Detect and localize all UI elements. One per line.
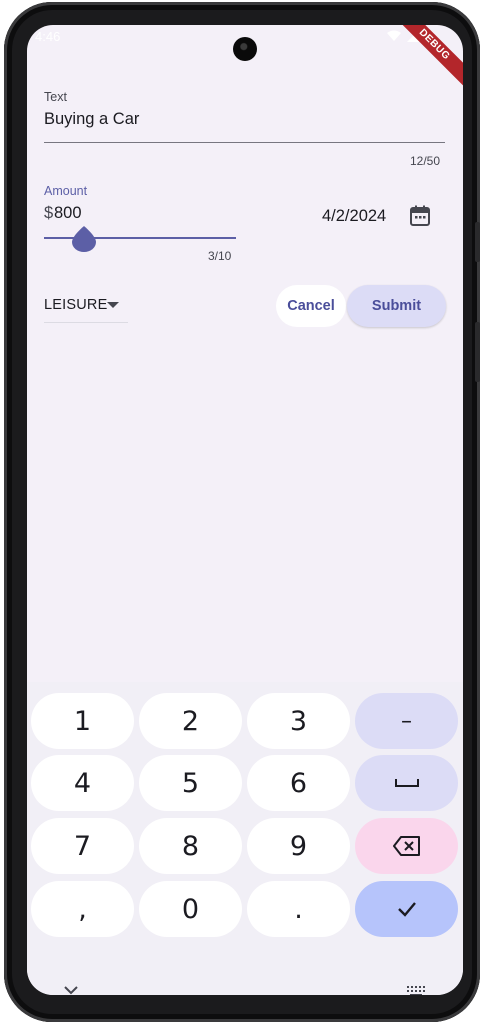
calendar-icon [410,205,430,226]
key-2[interactable]: 2 [139,693,242,749]
calendar-button[interactable] [407,203,433,229]
dropdown-arrow-icon [107,302,119,308]
category-selected: LEISURE [44,297,108,313]
key-5[interactable]: 5 [139,755,242,811]
check-icon [397,902,416,917]
numeric-keyboard: 1 2 3 – 4 5 6 7 8 9 , 0 . [27,682,463,995]
text-field-label: Text [44,90,67,104]
phone-frame: 4:46 DEBUG Text Buying a Car 12/50 Amoun… [4,2,480,1022]
key-space[interactable] [355,755,458,811]
selected-date: 4/2/2024 [322,207,387,225]
chevron-down-icon[interactable] [64,986,78,995]
key-4[interactable]: 4 [31,755,134,811]
key-done[interactable] [355,881,458,937]
key-comma[interactable]: , [31,881,134,937]
key-0[interactable]: 0 [139,881,242,937]
submit-button[interactable]: Submit [347,285,446,327]
cancel-button[interactable]: Cancel [276,285,346,327]
amount-field-counter: 3/10 [208,249,232,263]
text-field-input[interactable]: Buying a Car [44,110,139,129]
front-camera [233,37,257,61]
key-backspace[interactable] [355,818,458,874]
app-screen: 4:46 DEBUG Text Buying a Car 12/50 Amoun… [27,25,463,995]
power-button [475,322,480,382]
text-field-counter: 12/50 [410,154,441,168]
key-1[interactable]: 1 [31,693,134,749]
key-period[interactable]: . [247,881,350,937]
amount-prefix: $ [44,204,54,222]
key-minus[interactable]: – [355,693,458,749]
amount-field-input[interactable]: 800 [54,204,82,223]
space-icon [394,779,419,787]
volume-button [475,222,480,262]
key-7[interactable]: 7 [31,818,134,874]
key-8[interactable]: 8 [139,818,242,874]
key-3[interactable]: 3 [247,693,350,749]
text-field-underline [44,142,445,143]
status-time: 4:46 [35,29,61,44]
category-dropdown[interactable]: LEISURE [44,296,128,323]
key-9[interactable]: 9 [247,818,350,874]
amount-field-label: Amount [44,184,88,198]
keyboard-icon[interactable] [407,986,425,995]
key-6[interactable]: 6 [247,755,350,811]
backspace-icon [392,836,420,856]
text-cursor-handle[interactable] [72,226,96,252]
wifi-icon [387,30,401,41]
